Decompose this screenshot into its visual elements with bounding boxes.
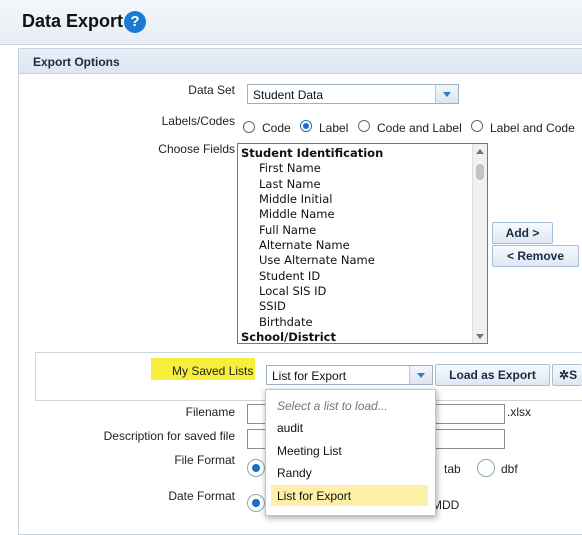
- scroll-down-icon[interactable]: [476, 334, 484, 339]
- field-item[interactable]: Birthdate: [259, 315, 313, 330]
- fields-listbox[interactable]: Student Identification First Name Last N…: [237, 143, 488, 344]
- chevron-down-icon[interactable]: [435, 85, 458, 103]
- field-item[interactable]: Alternate Name: [259, 238, 350, 253]
- saved-lists-value: List for Export: [272, 369, 347, 383]
- filename-label: Filename: [185, 405, 235, 419]
- file-format-label: File Format: [174, 453, 235, 467]
- data-set-value: Student Data: [253, 88, 324, 102]
- file-format-tab-label: tab: [444, 462, 461, 476]
- file-format-radio-selected[interactable]: [247, 459, 265, 477]
- dropdown-option-selected[interactable]: List for Export: [277, 489, 351, 503]
- radio-code-and-label[interactable]: [358, 120, 370, 132]
- filename-extension: .xlsx: [507, 405, 531, 419]
- labels-codes-label: Labels/Codes: [161, 114, 235, 128]
- dropdown-placeholder: Select a list to load...: [277, 399, 388, 413]
- page-title: Data Export: [22, 11, 124, 31]
- chevron-down-icon[interactable]: [409, 366, 432, 384]
- add-field-button[interactable]: Add >: [492, 222, 553, 244]
- date-format-radio-selected[interactable]: [247, 494, 265, 512]
- save-list-button[interactable]: ✲S: [552, 364, 582, 386]
- data-set-select[interactable]: Student Data: [247, 84, 459, 104]
- radio-label-label: Label: [319, 121, 349, 135]
- gear-icon: ✲: [559, 368, 570, 382]
- date-format-option-label: MDD: [432, 498, 460, 512]
- field-item[interactable]: Full Name: [259, 223, 316, 238]
- radio-code-label: Code: [262, 121, 291, 135]
- data-set-label: Data Set: [188, 83, 235, 97]
- field-item[interactable]: Middle Name: [259, 207, 335, 222]
- file-format-dbf-label: dbf: [501, 462, 518, 476]
- remove-field-button[interactable]: < Remove: [492, 245, 579, 267]
- field-group-header: Student Identification: [241, 146, 384, 160]
- field-item[interactable]: SSID: [259, 299, 286, 314]
- field-item[interactable]: Last Name: [259, 177, 321, 192]
- radio-label-and-code[interactable]: [471, 120, 483, 132]
- radio-code-and-label-label: Code and Label: [377, 121, 462, 135]
- export-options-title: Export Options: [33, 55, 120, 69]
- save-list-button-label: S: [569, 368, 578, 382]
- field-item[interactable]: Student ID: [259, 269, 320, 284]
- radio-label-and-code-label: Label and Code: [490, 121, 575, 135]
- load-as-export-button[interactable]: Load as Export: [435, 364, 550, 386]
- date-format-label: Date Format: [168, 489, 235, 503]
- export-options-header: Export Options: [19, 49, 582, 74]
- dropdown-option[interactable]: audit: [277, 421, 303, 435]
- dropdown-option[interactable]: Meeting List: [277, 444, 342, 458]
- page-header: Data Export ?: [0, 0, 582, 45]
- radio-code[interactable]: [243, 121, 255, 133]
- file-format-dbf-radio[interactable]: [477, 459, 495, 477]
- field-group-header: School/District: [241, 330, 336, 344]
- radio-label[interactable]: [300, 120, 312, 132]
- field-item[interactable]: First Name: [259, 161, 321, 176]
- field-item[interactable]: Local SIS ID: [259, 284, 326, 299]
- description-label: Description for saved file: [103, 429, 235, 443]
- saved-lists-select[interactable]: List for Export: [266, 365, 433, 385]
- field-item[interactable]: Middle Initial: [259, 192, 332, 207]
- fields-scrollbar[interactable]: [472, 144, 487, 343]
- field-item[interactable]: Use Alternate Name: [259, 253, 375, 268]
- scroll-up-icon[interactable]: [476, 149, 484, 154]
- saved-lists-label: My Saved Lists: [172, 364, 254, 378]
- help-icon[interactable]: ?: [124, 11, 146, 33]
- saved-lists-dropdown[interactable]: Select a list to load... audit Meeting L…: [265, 389, 436, 516]
- scroll-thumb[interactable]: [476, 164, 484, 180]
- dropdown-option[interactable]: Randy: [277, 466, 312, 480]
- choose-fields-label: Choose Fields: [158, 142, 235, 156]
